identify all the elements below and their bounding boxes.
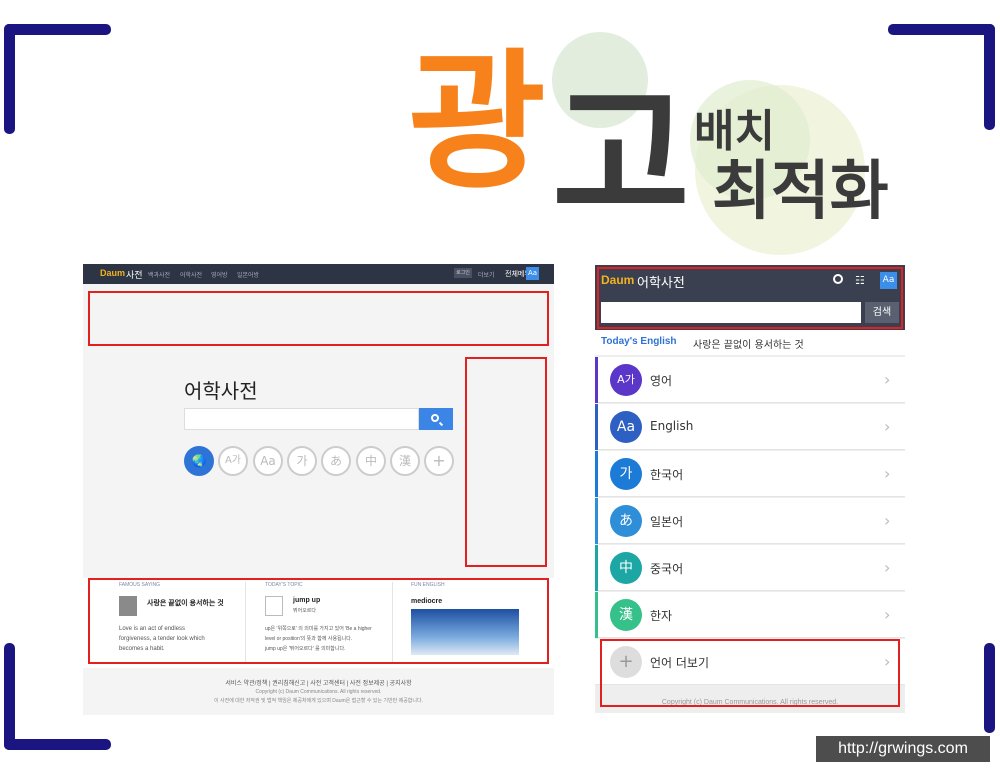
topic-icon bbox=[265, 596, 283, 616]
todays-topic-line: jump up은 '뛰어오르다' 를 의미합니다. bbox=[265, 646, 346, 652]
row-label: 한국어 bbox=[650, 468, 684, 482]
author-photo bbox=[119, 596, 137, 616]
search-icon bbox=[431, 414, 439, 422]
more-menu[interactable]: 더보기 bbox=[478, 270, 495, 279]
footer-note: 이 사전에 대한 저작권 및 법적 책임은 제공처에게 있으며 Daum은 접근… bbox=[214, 698, 423, 704]
chevron-right-icon: › bbox=[884, 605, 891, 624]
lang-more-icon[interactable]: + bbox=[424, 446, 454, 476]
list-item-japanese[interactable]: あ 일본어 › bbox=[595, 498, 905, 544]
lang-japanese-icon[interactable]: あ bbox=[321, 446, 351, 476]
fun-english-image[interactable] bbox=[411, 609, 519, 655]
lang-chinese-icon[interactable]: 中 bbox=[356, 446, 386, 476]
todays-english-text: 사랑은 끝없이 용서하는 것 bbox=[693, 340, 804, 351]
corner-bottom-right-v bbox=[984, 643, 995, 733]
fun-english-head[interactable]: mediocre bbox=[411, 598, 442, 605]
mobile-screenshot: Daum 어학사전 ☷ Aa 검색 Today's English 사랑은 끝없… bbox=[595, 265, 905, 713]
todays-topic-line: up은 '위쪽으로' 의 의미를 가지고 있어 'Be a higher bbox=[265, 626, 372, 632]
title-baechi: 배치 bbox=[694, 106, 775, 157]
ad-slot-mobile-header bbox=[597, 267, 903, 329]
famous-saying-head[interactable]: 사랑은 끝없이 용서하는 것 bbox=[147, 598, 224, 608]
accent-bar bbox=[595, 592, 598, 638]
source-url: http://grwings.com bbox=[816, 736, 990, 762]
chevron-right-icon: › bbox=[884, 558, 891, 577]
corner-top-left-h bbox=[4, 24, 111, 35]
famous-saying-line: forgiveness, a tender look which bbox=[119, 636, 205, 642]
title-choejeokhwa: 최적화 bbox=[712, 155, 889, 229]
login-button[interactable]: 로그인 bbox=[454, 268, 472, 278]
row-label: 한자 bbox=[650, 609, 673, 623]
famous-saying-label: FAMOUS SAYING bbox=[119, 582, 161, 588]
ad-slot-mobile-bottom bbox=[600, 639, 900, 707]
corner-bottom-left-v bbox=[4, 643, 15, 750]
famous-saying-line: becomes a habit. bbox=[119, 646, 165, 652]
famous-saying-line: Love is an act of endless bbox=[119, 626, 186, 632]
todays-topic-label: TODAY'S TOPIC bbox=[265, 582, 303, 588]
chevron-right-icon: › bbox=[884, 464, 891, 483]
search-input[interactable] bbox=[184, 408, 419, 430]
korean-icon: 가 bbox=[610, 458, 642, 490]
english-korean-icon: A가 bbox=[610, 364, 642, 396]
chevron-right-icon: › bbox=[884, 417, 891, 436]
ad-slot-top-banner bbox=[88, 291, 549, 346]
nav-item-english-room[interactable]: 영어방 bbox=[211, 270, 228, 279]
english-icon: Aa bbox=[610, 411, 642, 443]
fun-english-label: FUN ENGLISH bbox=[411, 582, 445, 588]
accent-bar bbox=[595, 357, 598, 403]
nav-item-encyclopedia[interactable]: 백과사전 bbox=[148, 270, 170, 279]
row-label: 일본어 bbox=[650, 515, 684, 529]
search-button[interactable] bbox=[419, 408, 453, 430]
todays-topic-head[interactable]: jump up bbox=[293, 597, 320, 604]
lang-korean-icon[interactable]: 가 bbox=[287, 446, 317, 476]
column-divider bbox=[245, 582, 246, 662]
nav-item-language-dict[interactable]: 어학사전 bbox=[180, 270, 202, 279]
corner-top-left-v bbox=[4, 24, 15, 134]
todays-topic-line: level or position'의 뜻과 함께 사용됩니다. bbox=[265, 636, 353, 642]
japanese-icon: あ bbox=[610, 505, 642, 537]
todays-english-bar[interactable]: Today's English 사랑은 끝없이 용서하는 것 bbox=[595, 330, 905, 355]
accent-bar bbox=[595, 404, 598, 450]
list-item-english[interactable]: Aa English › bbox=[595, 404, 905, 450]
page-title: 어학사전 bbox=[184, 381, 258, 403]
service-name[interactable]: 사전 bbox=[126, 268, 143, 281]
column-divider bbox=[392, 582, 393, 662]
list-item-hanja[interactable]: 漢 한자 › bbox=[595, 592, 905, 638]
list-item-chinese[interactable]: 中 중국어 › bbox=[595, 545, 905, 591]
chevron-right-icon: › bbox=[884, 370, 891, 389]
footer-links[interactable]: 서비스 약관/정책 | 권리침해신고 | 사전 고객센터 | 사전 정보제공 |… bbox=[83, 678, 554, 687]
globe-icon[interactable]: 🌏 bbox=[184, 446, 214, 476]
row-label: 중국어 bbox=[650, 562, 684, 576]
chevron-right-icon: › bbox=[884, 511, 891, 530]
hanja-icon: 漢 bbox=[610, 599, 642, 631]
lang-hanja-icon[interactable]: 漢 bbox=[390, 446, 420, 476]
lang-english-korean-icon[interactable]: A가 bbox=[218, 446, 248, 476]
font-size-icon[interactable]: Aa bbox=[526, 267, 539, 280]
row-label: 영어 bbox=[650, 374, 673, 388]
lang-english-icon[interactable]: Aa bbox=[253, 446, 283, 476]
corner-bottom-left-h bbox=[4, 739, 111, 750]
daum-logo[interactable]: Daum bbox=[100, 268, 125, 278]
footer-copyright: Copyright (c) Daum Communications. All r… bbox=[255, 689, 382, 695]
chinese-icon: 中 bbox=[610, 552, 642, 584]
corner-top-right-h bbox=[888, 24, 995, 35]
accent-bar bbox=[595, 545, 598, 591]
todays-topic-sub: 뛰어오르다 bbox=[293, 608, 317, 614]
desktop-top-bar: Daum 사전 백과사전 어학사전 영어방 일본어방 로그인 더보기 전체메뉴 … bbox=[83, 264, 554, 284]
title-go: 고 bbox=[552, 70, 691, 244]
accent-bar bbox=[595, 498, 598, 544]
list-item-korean[interactable]: 가 한국어 › bbox=[595, 451, 905, 497]
corner-top-right-v bbox=[984, 24, 995, 130]
accent-bar bbox=[595, 451, 598, 497]
title-gwang: 광 bbox=[408, 36, 547, 210]
nav-item-japanese-room[interactable]: 일본어방 bbox=[237, 270, 259, 279]
row-label: English bbox=[650, 419, 694, 433]
desktop-screenshot: Daum 사전 백과사전 어학사전 영어방 일본어방 로그인 더보기 전체메뉴 … bbox=[83, 264, 554, 715]
list-item-english-korean[interactable]: A가 영어 › bbox=[595, 357, 905, 403]
todays-english-label: Today's English bbox=[601, 336, 677, 347]
ad-slot-right-side bbox=[465, 357, 547, 567]
